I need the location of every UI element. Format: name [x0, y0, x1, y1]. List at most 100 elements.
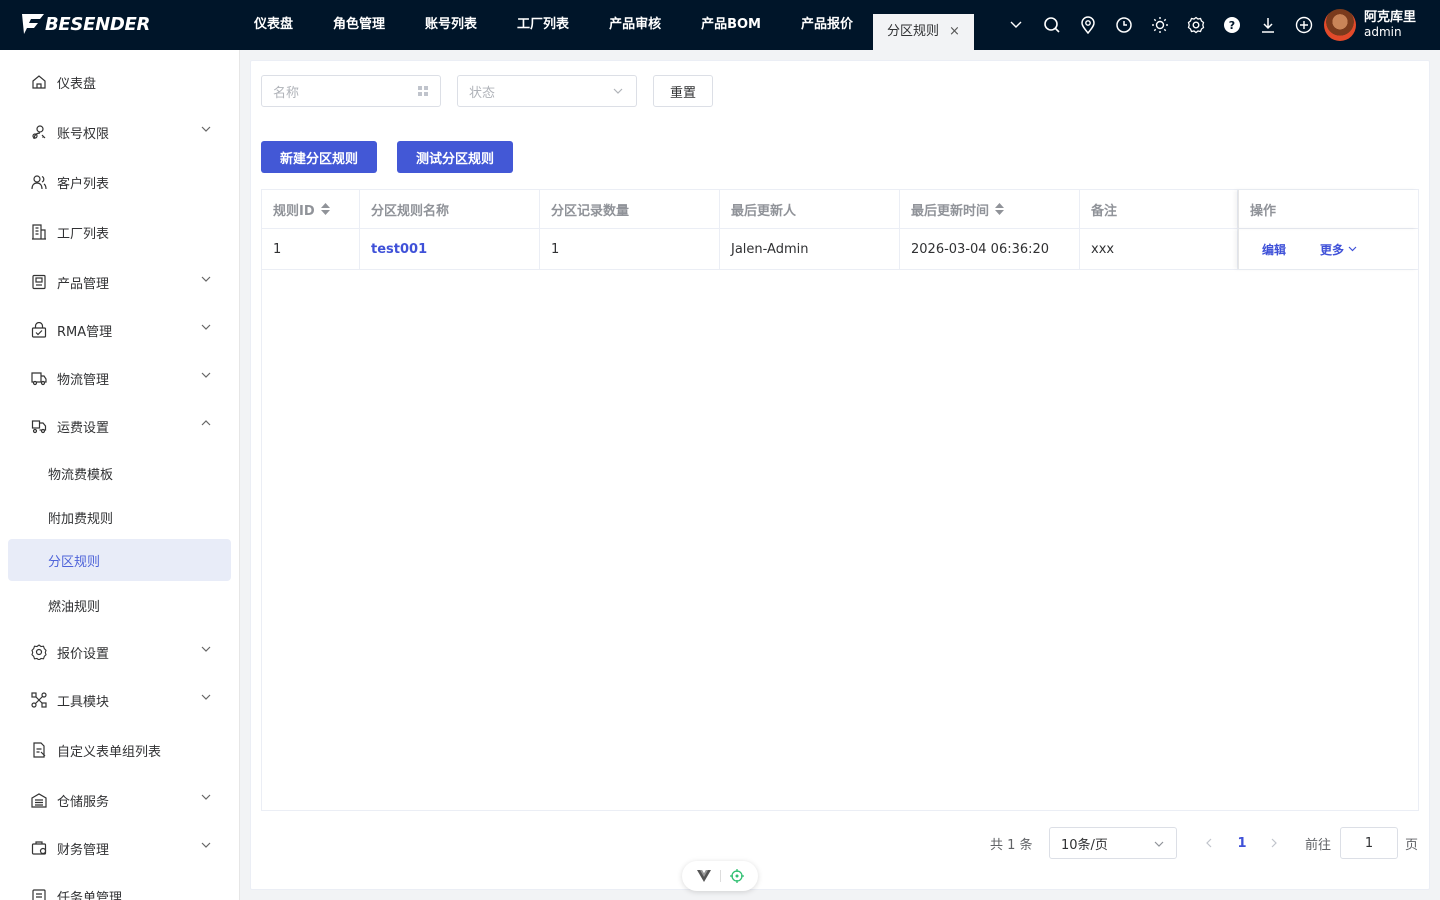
topnav-role-management[interactable]: 角色管理: [313, 0, 405, 50]
svg-text:?: ?: [1229, 19, 1235, 32]
user-key-icon: [30, 123, 48, 141]
more-label: 更多: [1320, 242, 1345, 257]
chevron-up-icon: [201, 420, 211, 426]
sidebar-item-label: 仪表盘: [57, 76, 97, 92]
sidebar-item-quote-settings[interactable]: 报价设置: [8, 630, 231, 674]
sidebar: 仪表盘 账号权限 客户列表 工厂列表 产品管理 RMA管理 物流管理 运费设置 …: [0, 50, 240, 900]
new-zone-rule-button[interactable]: 新建分区规则: [261, 141, 377, 173]
topnav-active-tab[interactable]: 分区规则 ×: [873, 14, 974, 50]
column-header-rule-id[interactable]: 规则ID: [262, 190, 360, 228]
reset-button[interactable]: 重置: [653, 75, 713, 107]
topnav-factory-list[interactable]: 工厂列表: [497, 0, 589, 50]
sidebar-item-custom-form-groups[interactable]: 自定义表单组列表: [8, 728, 231, 772]
goto-page-input[interactable]: 1: [1340, 827, 1398, 859]
sidebar-item-account-permissions[interactable]: 账号权限: [8, 110, 231, 154]
sidebar-item-rma-management[interactable]: RMA管理: [8, 308, 231, 352]
sidebar-item-label: 自定义表单组列表: [57, 744, 162, 760]
sidebar-item-warehouse-service[interactable]: 仓储服务: [8, 778, 231, 822]
topnav-product-quote[interactable]: 产品报价: [781, 0, 873, 50]
more-dropdown[interactable]: 更多: [1320, 241, 1357, 258]
tools-icon: [30, 691, 48, 709]
sidebar-item-logistics-fee-template[interactable]: 物流费模板: [8, 451, 231, 495]
cell-rule-name: test001: [360, 229, 540, 269]
column-header-last-updated[interactable]: 最后更新时间: [900, 190, 1080, 228]
sidebar-item-label: 工具模块: [57, 694, 110, 710]
sidebar-item-label: 燃油规则: [48, 599, 101, 615]
sidebar-item-label: 客户列表: [57, 176, 110, 192]
sidebar-item-label: 账号权限: [57, 126, 110, 142]
table-row: 1 test001 1 Jalen-Admin 2026-03-04 06:36…: [262, 229, 1418, 270]
sidebar-item-factory-list[interactable]: 工厂列表: [8, 210, 231, 254]
clock-icon[interactable]: [1106, 0, 1142, 50]
sidebar-item-surcharge-rules[interactable]: 附加费规则: [8, 495, 231, 539]
logo-mark-icon: [22, 14, 44, 34]
crosshair-icon[interactable]: [729, 869, 744, 883]
cell-rule-id: 1: [262, 229, 360, 269]
avatar[interactable]: [1324, 9, 1356, 41]
sidebar-item-label: RMA管理: [57, 324, 113, 340]
chevron-down-icon: [201, 646, 211, 652]
search-icon[interactable]: [1034, 0, 1070, 50]
vue-logo-icon[interactable]: [696, 870, 711, 882]
gear-icon[interactable]: [1178, 0, 1214, 50]
user-menu[interactable]: 阿克库里 admin: [1324, 9, 1416, 41]
sidebar-item-customer-list[interactable]: 客户列表: [8, 160, 231, 204]
prev-page-icon[interactable]: [1202, 827, 1216, 859]
sidebar-item-tools-module[interactable]: 工具模块: [8, 678, 231, 722]
top-header: BESENDER 仪表盘 角色管理 账号列表 工厂列表 产品审核 产品BOM 产…: [0, 0, 1440, 50]
topnav-dashboard[interactable]: 仪表盘: [234, 0, 313, 50]
topnav-product-bom[interactable]: 产品BOM: [681, 0, 781, 50]
topnav-account-list[interactable]: 账号列表: [405, 0, 497, 50]
sidebar-item-product-management[interactable]: 产品管理: [8, 260, 231, 304]
column-header-actions: 操作: [1238, 190, 1418, 228]
sidebar-item-finance-management[interactable]: 财务管理: [8, 826, 231, 870]
chevron-down-icon: [1154, 841, 1164, 847]
sidebar-item-label: 产品管理: [57, 276, 110, 292]
page-number-current[interactable]: 1: [1234, 827, 1250, 859]
sidebar-item-task-management[interactable]: 任务单管理: [8, 874, 231, 900]
topnav-product-review[interactable]: 产品审核: [589, 0, 681, 50]
chevron-down-icon[interactable]: [998, 0, 1034, 50]
edit-button[interactable]: 编辑: [1262, 241, 1286, 258]
form-icon: [30, 741, 48, 759]
user-role: admin: [1364, 25, 1402, 39]
column-title: 规则ID: [273, 203, 315, 219]
page-suffix: 页: [1405, 837, 1419, 853]
sidebar-item-freight-settings[interactable]: 运费设置: [8, 404, 231, 448]
finance-icon: [30, 839, 48, 857]
pagination-total: 共 1 条: [990, 837, 1033, 853]
name-filter-input[interactable]: 名称: [261, 75, 441, 107]
status-filter-select[interactable]: 状态: [457, 75, 637, 107]
sort-icon[interactable]: [995, 203, 1005, 215]
plus-circle-icon[interactable]: [1286, 0, 1322, 50]
sidebar-item-label: 分区规则: [48, 554, 101, 570]
logo[interactable]: BESENDER: [20, 12, 150, 36]
column-title: 最后更新人: [731, 203, 797, 219]
sidebar-item-logistics-management[interactable]: 物流管理: [8, 356, 231, 400]
rma-icon: [30, 321, 48, 339]
location-icon[interactable]: [1070, 0, 1106, 50]
next-page-icon[interactable]: [1267, 827, 1281, 859]
sidebar-item-label: 物流管理: [57, 372, 110, 388]
sidebar-item-label: 运费设置: [57, 420, 110, 436]
test-zone-rule-button[interactable]: 测试分区规则: [397, 141, 513, 173]
help-icon[interactable]: ?: [1214, 0, 1250, 50]
sidebar-item-label: 附加费规则: [48, 511, 114, 527]
page-size-select[interactable]: 10条/页: [1049, 827, 1177, 859]
main-panel: 名称 状态 重置 新建分区规则 测试分区规则 规则ID 分区规则名称 分区记录数…: [250, 60, 1430, 890]
chevron-down-icon: [201, 372, 211, 378]
sidebar-item-dashboard[interactable]: 仪表盘: [8, 60, 231, 104]
sidebar-item-label: 报价设置: [57, 646, 110, 662]
sun-icon[interactable]: [1142, 0, 1178, 50]
toolbar-divider: [719, 870, 721, 882]
sort-icon[interactable]: [320, 203, 330, 215]
close-icon[interactable]: ×: [949, 14, 960, 50]
sidebar-item-label: 工厂列表: [57, 226, 110, 242]
top-nav: 仪表盘 角色管理 账号列表 工厂列表 产品审核 产品BOM 产品报价 分区规则 …: [234, 0, 974, 50]
sidebar-item-zone-rules[interactable]: 分区规则: [8, 539, 231, 581]
sidebar-item-fuel-rules[interactable]: 燃油规则: [8, 583, 231, 627]
chevron-down-icon: [613, 88, 623, 94]
sidebar-item-label: 财务管理: [57, 842, 110, 858]
rule-name-link[interactable]: test001: [371, 242, 427, 257]
download-icon[interactable]: [1250, 0, 1286, 50]
